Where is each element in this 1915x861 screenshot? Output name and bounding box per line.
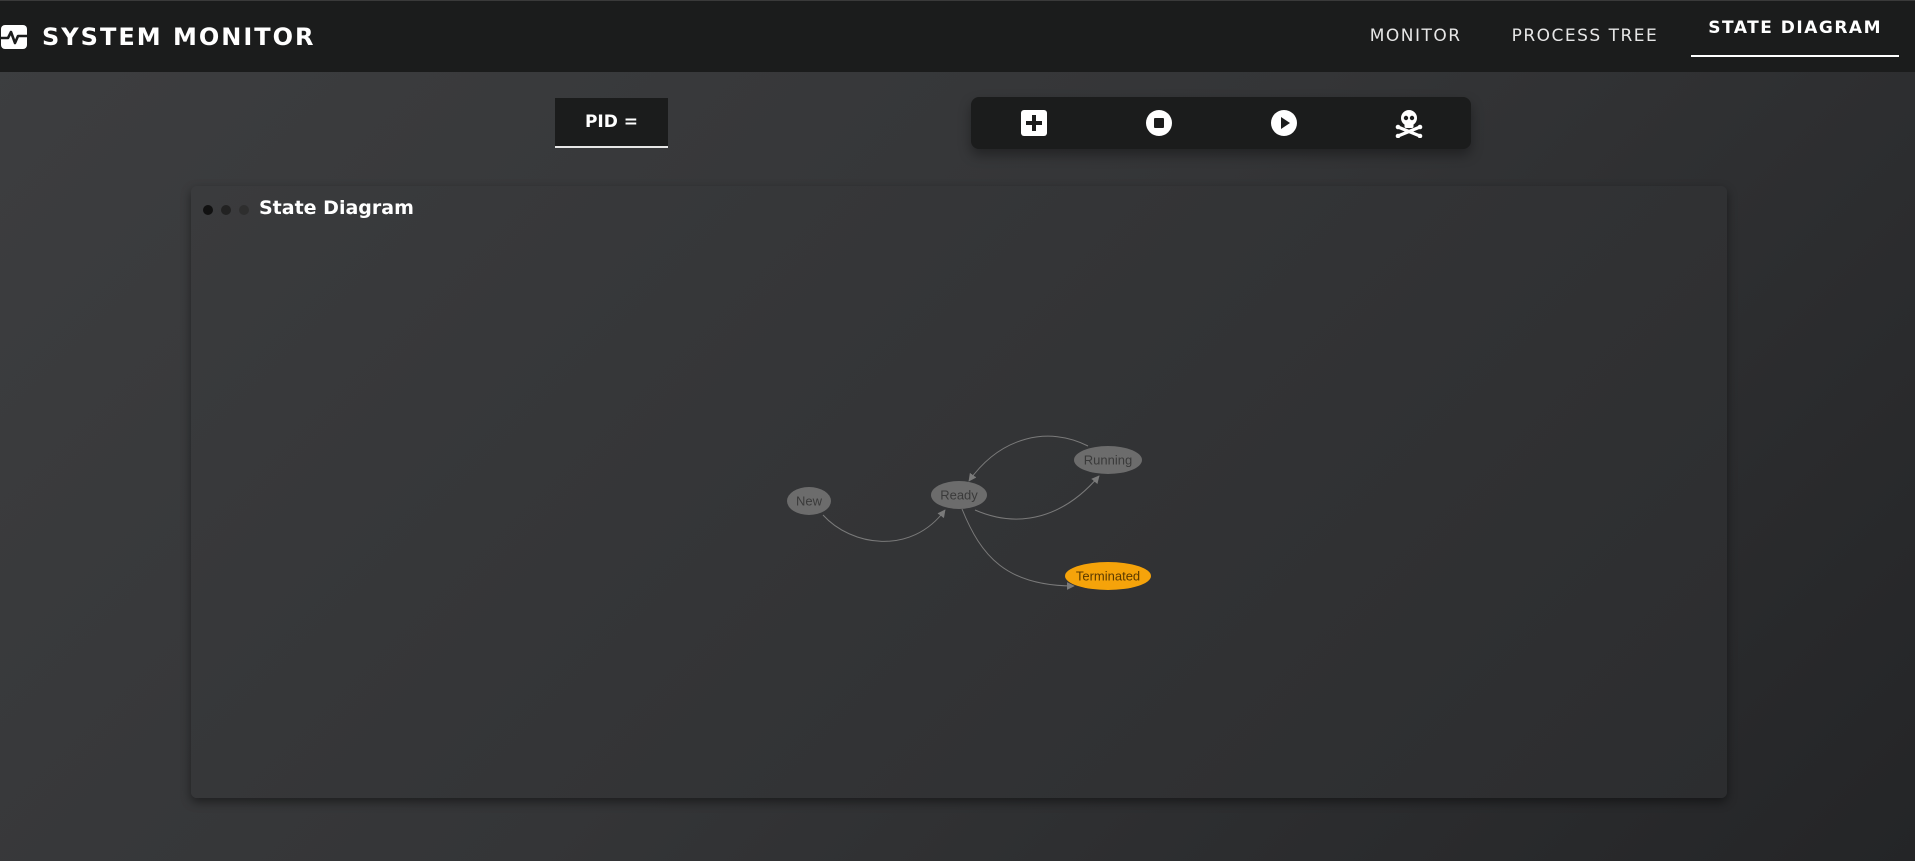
plus-square-icon bbox=[1021, 110, 1047, 136]
kill-process-button[interactable] bbox=[1394, 108, 1424, 138]
brand[interactable]: SYSTEM MONITOR bbox=[0, 23, 316, 51]
nav-state-diagram[interactable]: STATE DIAGRAM bbox=[1691, 1, 1899, 57]
node-new[interactable]: New bbox=[787, 487, 831, 515]
node-ready[interactable]: Ready bbox=[931, 481, 987, 509]
play-circle-icon bbox=[1271, 110, 1297, 136]
edge-ready-running bbox=[974, 475, 1100, 520]
top-bar: SYSTEM MONITOR MONITOR PROCESS TREE STAT… bbox=[0, 0, 1915, 72]
node-terminated[interactable]: Terminated bbox=[1065, 562, 1151, 590]
node-ready-label: Ready bbox=[940, 488, 978, 503]
resume-process-button[interactable] bbox=[1269, 108, 1299, 138]
node-running[interactable]: Running bbox=[1074, 446, 1142, 474]
process-toolbar bbox=[971, 97, 1471, 149]
nav-monitor[interactable]: MONITOR bbox=[1353, 1, 1479, 73]
state-diagram-card: State Diagram New Ready Running Terminat… bbox=[191, 186, 1727, 798]
edge-running-ready bbox=[968, 435, 1089, 482]
app-title: SYSTEM MONITOR bbox=[42, 23, 316, 51]
stop-process-button[interactable] bbox=[1144, 108, 1174, 138]
pid-field[interactable]: PID = bbox=[555, 98, 668, 148]
main-nav: MONITOR PROCESS TREE STATE DIAGRAM bbox=[1337, 1, 1899, 73]
node-new-label: New bbox=[796, 494, 823, 509]
stop-circle-icon bbox=[1146, 110, 1172, 136]
node-running-label: Running bbox=[1084, 453, 1132, 468]
edge-new-ready bbox=[822, 509, 946, 542]
node-terminated-label: Terminated bbox=[1076, 569, 1140, 584]
heartbeat-icon bbox=[1, 25, 27, 49]
edge-ready-terminated bbox=[961, 508, 1075, 590]
nav-process-tree[interactable]: PROCESS TREE bbox=[1495, 1, 1676, 73]
skull-crossbones-icon bbox=[1395, 110, 1423, 138]
state-diagram: New Ready Running Terminated bbox=[787, 435, 1151, 590]
add-process-button[interactable] bbox=[1019, 108, 1049, 138]
